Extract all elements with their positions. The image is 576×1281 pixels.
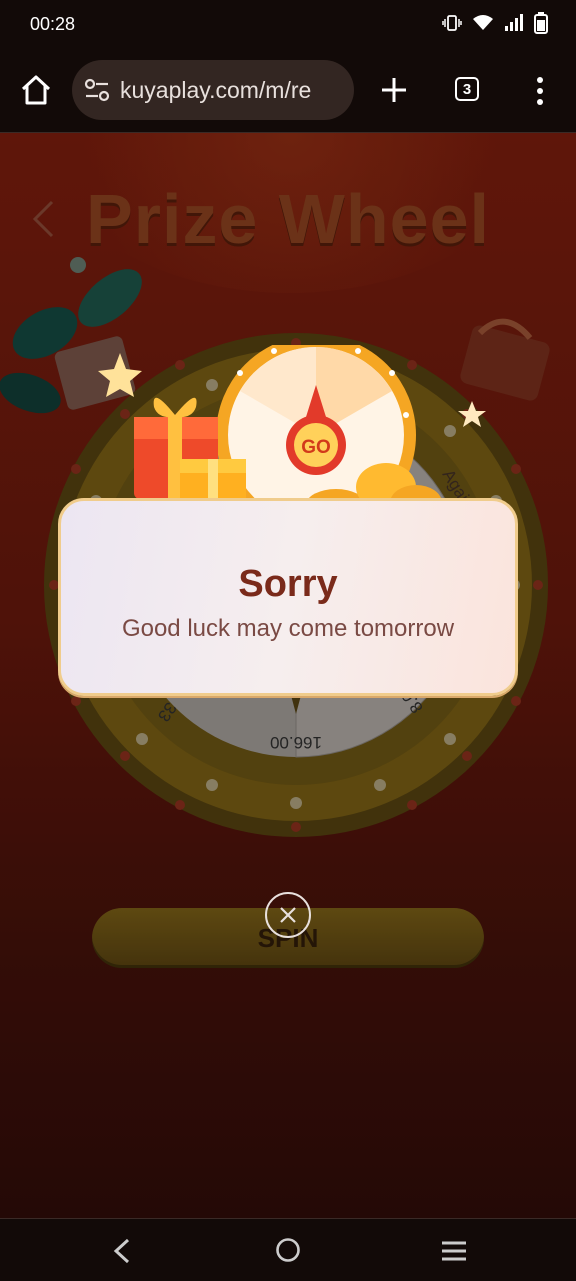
- status-icons: [442, 12, 548, 34]
- home-circle-icon[interactable]: [275, 1237, 301, 1263]
- go-label: GO: [301, 437, 331, 458]
- close-icon: [280, 907, 296, 923]
- close-button[interactable]: [265, 892, 311, 938]
- dialog-message: Good luck may come tomorrow: [121, 615, 455, 642]
- popup-illustration: GO: [98, 345, 486, 515]
- address-bar[interactable]: kuyaplay.com/m/re: [72, 60, 354, 120]
- star-icon: [458, 401, 486, 427]
- site-settings-icon[interactable]: [84, 78, 110, 102]
- result-dialog: Sorry Good luck may come tomorrow: [58, 498, 518, 696]
- wifi-icon: [473, 15, 493, 30]
- status-bar: 00:28: [0, 0, 576, 50]
- home-icon[interactable]: [18, 72, 54, 108]
- browser-toolbar: kuyaplay.com/m/re 3: [0, 50, 576, 133]
- vibrate-icon: [442, 15, 462, 31]
- tab-switcher-icon[interactable]: 3: [455, 77, 479, 101]
- more-menu-icon[interactable]: [530, 76, 550, 106]
- dialog-title: Sorry: [238, 563, 338, 605]
- tab-count: 3: [462, 80, 472, 98]
- back-icon[interactable]: [110, 1237, 136, 1265]
- recent-apps-icon[interactable]: [440, 1239, 468, 1263]
- status-time: 00:28: [30, 14, 76, 34]
- battery-icon: [534, 12, 548, 34]
- url-text[interactable]: kuyaplay.com/m/re: [120, 77, 348, 104]
- star-icon: [98, 353, 142, 397]
- new-tab-icon[interactable]: [378, 74, 410, 106]
- system-nav-bar: [0, 1218, 576, 1281]
- signal-icon: [505, 14, 523, 31]
